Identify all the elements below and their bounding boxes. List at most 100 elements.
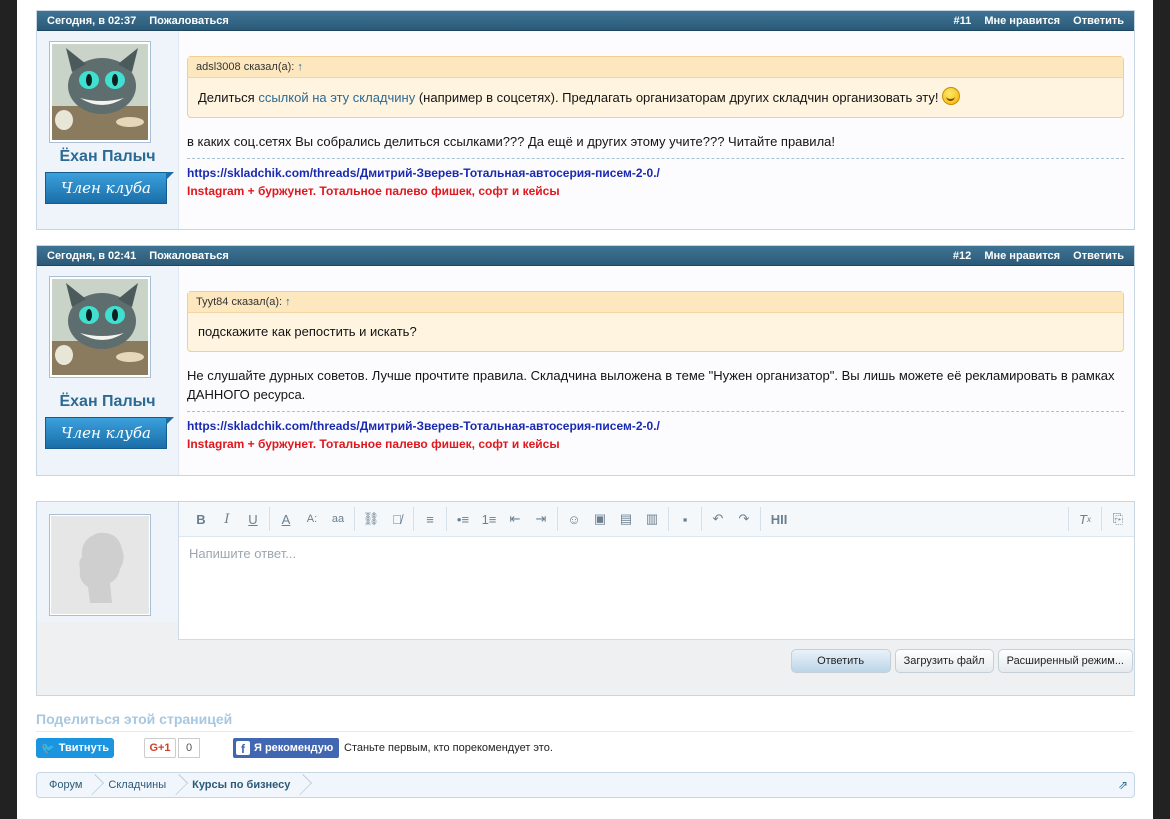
- toolbar-group-format: B I U: [185, 507, 270, 531]
- jump-menu-icon[interactable]: ⇗: [1118, 778, 1128, 792]
- post-header: Сегодня, в 02:41 Пожаловаться #12 Мне нр…: [37, 246, 1134, 266]
- jump-to-quote-icon[interactable]: ↑: [285, 296, 291, 308]
- report-link[interactable]: Пожаловаться: [149, 250, 229, 262]
- toolbar-group-source: ⎘: [1102, 507, 1134, 531]
- avatar[interactable]: [49, 41, 151, 143]
- user-pane: Ёхан Палыч Член клуба: [37, 31, 179, 229]
- post-date[interactable]: Сегодня, в 02:37: [47, 15, 136, 27]
- breadcrumb-business-courses[interactable]: Курсы по бизнесу: [180, 773, 304, 797]
- signature: https://skladchik.com/threads/Дмитрий-Зв…: [187, 158, 1124, 200]
- post-text: Не слушайте дурных советов. Лучше прочти…: [187, 368, 1115, 402]
- quote-author: adsl3008 сказал(а):: [196, 61, 295, 73]
- google-plus-count: 0: [178, 738, 200, 758]
- upload-file-button[interactable]: Загрузить файл: [894, 649, 994, 673]
- quote-text-after: (например в соцсетях). Предлагать органи…: [415, 90, 943, 105]
- toolbar-group-insert: ☺ ▣ ▤ ▥: [558, 507, 669, 531]
- redo-icon[interactable]: ↷: [731, 508, 757, 530]
- facebook-icon: f: [236, 741, 250, 756]
- toolbar-group-link: ⛓ ⛓̸: [355, 507, 414, 531]
- quote-block: adsl3008 сказал(а): ↑ Делиться ссылкой н…: [187, 56, 1124, 118]
- signature-promo-link[interactable]: Instagram + буржунет. Тотальное палево ф…: [187, 182, 1124, 200]
- quote-text: Делиться ссылкой на эту складчину (напри…: [188, 78, 1123, 117]
- toolbar-group-hide: HII: [761, 507, 797, 531]
- toggle-source-icon[interactable]: ⎘: [1105, 508, 1131, 530]
- toolbar-group-align: ≡: [414, 507, 447, 531]
- quote-link[interactable]: ссылкой на эту складчину: [258, 90, 415, 105]
- quote-block: Tyyt84 сказал(а): ↑ подскажите как репос…: [187, 291, 1124, 352]
- reply-button[interactable]: Ответить: [790, 649, 891, 673]
- avatar[interactable]: [49, 276, 151, 378]
- save-draft-icon[interactable]: ▪: [672, 508, 698, 530]
- toolbar-group-save: ▪: [669, 507, 702, 531]
- image-icon[interactable]: ▣: [587, 508, 613, 530]
- advanced-mode-button[interactable]: Расширенный режим...: [997, 649, 1133, 673]
- outdent-icon[interactable]: ⇤: [502, 508, 528, 530]
- page: Сегодня, в 02:37 Пожаловаться #11 Мне нр…: [17, 0, 1153, 819]
- user-pane: [37, 502, 179, 622]
- bold-icon[interactable]: B: [188, 508, 214, 530]
- reply-editor: B I U A A: aa ⛓ ⛓̸ ≡ •≡ 1≡ ⇤ ⇥ ☺ ▣ ▤ ▥ ▪…: [178, 502, 1134, 640]
- reply-buttons: Ответить Загрузить файл Расширенный режи…: [790, 649, 1133, 673]
- facebook-label: Я рекомендую: [254, 742, 334, 754]
- breadcrumb-forum[interactable]: Форум: [37, 773, 96, 797]
- post-number[interactable]: #11: [954, 15, 972, 27]
- media-icon[interactable]: ▤: [613, 508, 639, 530]
- report-link[interactable]: Пожаловаться: [149, 15, 229, 27]
- user-pane: Ёхан Палыч Член клуба: [37, 266, 179, 475]
- font-family-icon[interactable]: aa: [325, 508, 351, 530]
- quote-attribution: adsl3008 сказал(а): ↑: [188, 57, 1123, 78]
- google-plus-button[interactable]: G+1: [144, 738, 176, 758]
- quote-icon[interactable]: ▥: [639, 508, 665, 530]
- tweet-button[interactable]: 🐦 Твитнуть: [36, 738, 114, 758]
- toolbar-group-list: •≡ 1≡ ⇤ ⇥: [447, 507, 558, 531]
- like-link[interactable]: Мне нравится: [984, 250, 1060, 262]
- username[interactable]: Ёхан Палыч: [37, 148, 178, 166]
- toolbar-right: Tx ⎘: [1068, 507, 1134, 531]
- facebook-recommend-button[interactable]: f Я рекомендую: [233, 738, 339, 758]
- reply-link[interactable]: Ответить: [1073, 15, 1124, 27]
- link-icon[interactable]: ⛓: [358, 508, 384, 530]
- signature-promo-link[interactable]: Instagram + буржунет. Тотальное палево ф…: [187, 435, 1124, 453]
- quote-attribution: Tyyt84 сказал(а): ↑: [188, 292, 1123, 313]
- tweet-label: Твитнуть: [58, 742, 109, 754]
- person-silhouette-icon: [52, 517, 148, 613]
- hide-text-icon[interactable]: HII: [764, 508, 794, 530]
- signature: https://skladchik.com/threads/Дмитрий-Зв…: [187, 411, 1124, 453]
- italic-icon[interactable]: I: [214, 508, 240, 530]
- quote-author: Tyyt84 сказал(а):: [196, 296, 283, 308]
- signature-link[interactable]: https://skladchik.com/threads/Дмитрий-Зв…: [187, 164, 1124, 182]
- username[interactable]: Ёхан Палыч: [37, 393, 178, 411]
- font-size-icon[interactable]: A:: [299, 508, 325, 530]
- reply-textarea[interactable]: Напишите ответ...: [179, 537, 1134, 570]
- quick-reply: B I U A A: aa ⛓ ⛓̸ ≡ •≡ 1≡ ⇤ ⇥ ☺ ▣ ▤ ▥ ▪…: [36, 501, 1135, 696]
- signature-link[interactable]: https://skladchik.com/threads/Дмитрий-Зв…: [187, 417, 1124, 435]
- align-left-icon[interactable]: ≡: [417, 508, 443, 530]
- cheshire-cat-avatar-image: [52, 279, 148, 375]
- quote-text: подскажите как репостить и искать?: [198, 324, 417, 339]
- smile-icon: [942, 87, 961, 105]
- indent-icon[interactable]: ⇥: [528, 508, 554, 530]
- breadcrumb-skladchiny[interactable]: Складчины: [96, 773, 180, 797]
- numbered-list-icon[interactable]: 1≡: [476, 508, 502, 530]
- jump-to-quote-icon[interactable]: ↑: [297, 61, 303, 73]
- smilie-icon[interactable]: ☺: [561, 508, 587, 530]
- default-avatar: [49, 514, 151, 616]
- post-number[interactable]: #12: [953, 250, 971, 262]
- twitter-bird-icon: 🐦: [41, 742, 55, 755]
- font-color-icon[interactable]: A: [273, 508, 299, 530]
- post-header: Сегодня, в 02:37 Пожаловаться #11 Мне нр…: [37, 11, 1134, 31]
- message-content: Tyyt84 сказал(а): ↑ подскажите как репос…: [187, 291, 1124, 453]
- bullet-list-icon[interactable]: •≡: [450, 508, 476, 530]
- cheshire-cat-avatar-image: [52, 44, 148, 140]
- undo-icon[interactable]: ↶: [705, 508, 731, 530]
- breadcrumb: Форум Складчины Курсы по бизнесу ⇗: [36, 772, 1135, 798]
- like-link[interactable]: Мне нравится: [984, 15, 1060, 27]
- underline-icon[interactable]: U: [240, 508, 266, 530]
- unlink-icon[interactable]: ⛓̸: [384, 508, 410, 530]
- remove-format-icon[interactable]: Tx: [1072, 508, 1098, 530]
- toolbar-group-history: ↶ ↷: [702, 507, 761, 531]
- reply-link[interactable]: Ответить: [1073, 250, 1124, 262]
- post-date[interactable]: Сегодня, в 02:41: [47, 250, 136, 262]
- facebook-recommend-text: Станьте первым, кто порекомендует это.: [344, 742, 553, 754]
- message-content: adsl3008 сказал(а): ↑ Делиться ссылкой н…: [187, 56, 1124, 200]
